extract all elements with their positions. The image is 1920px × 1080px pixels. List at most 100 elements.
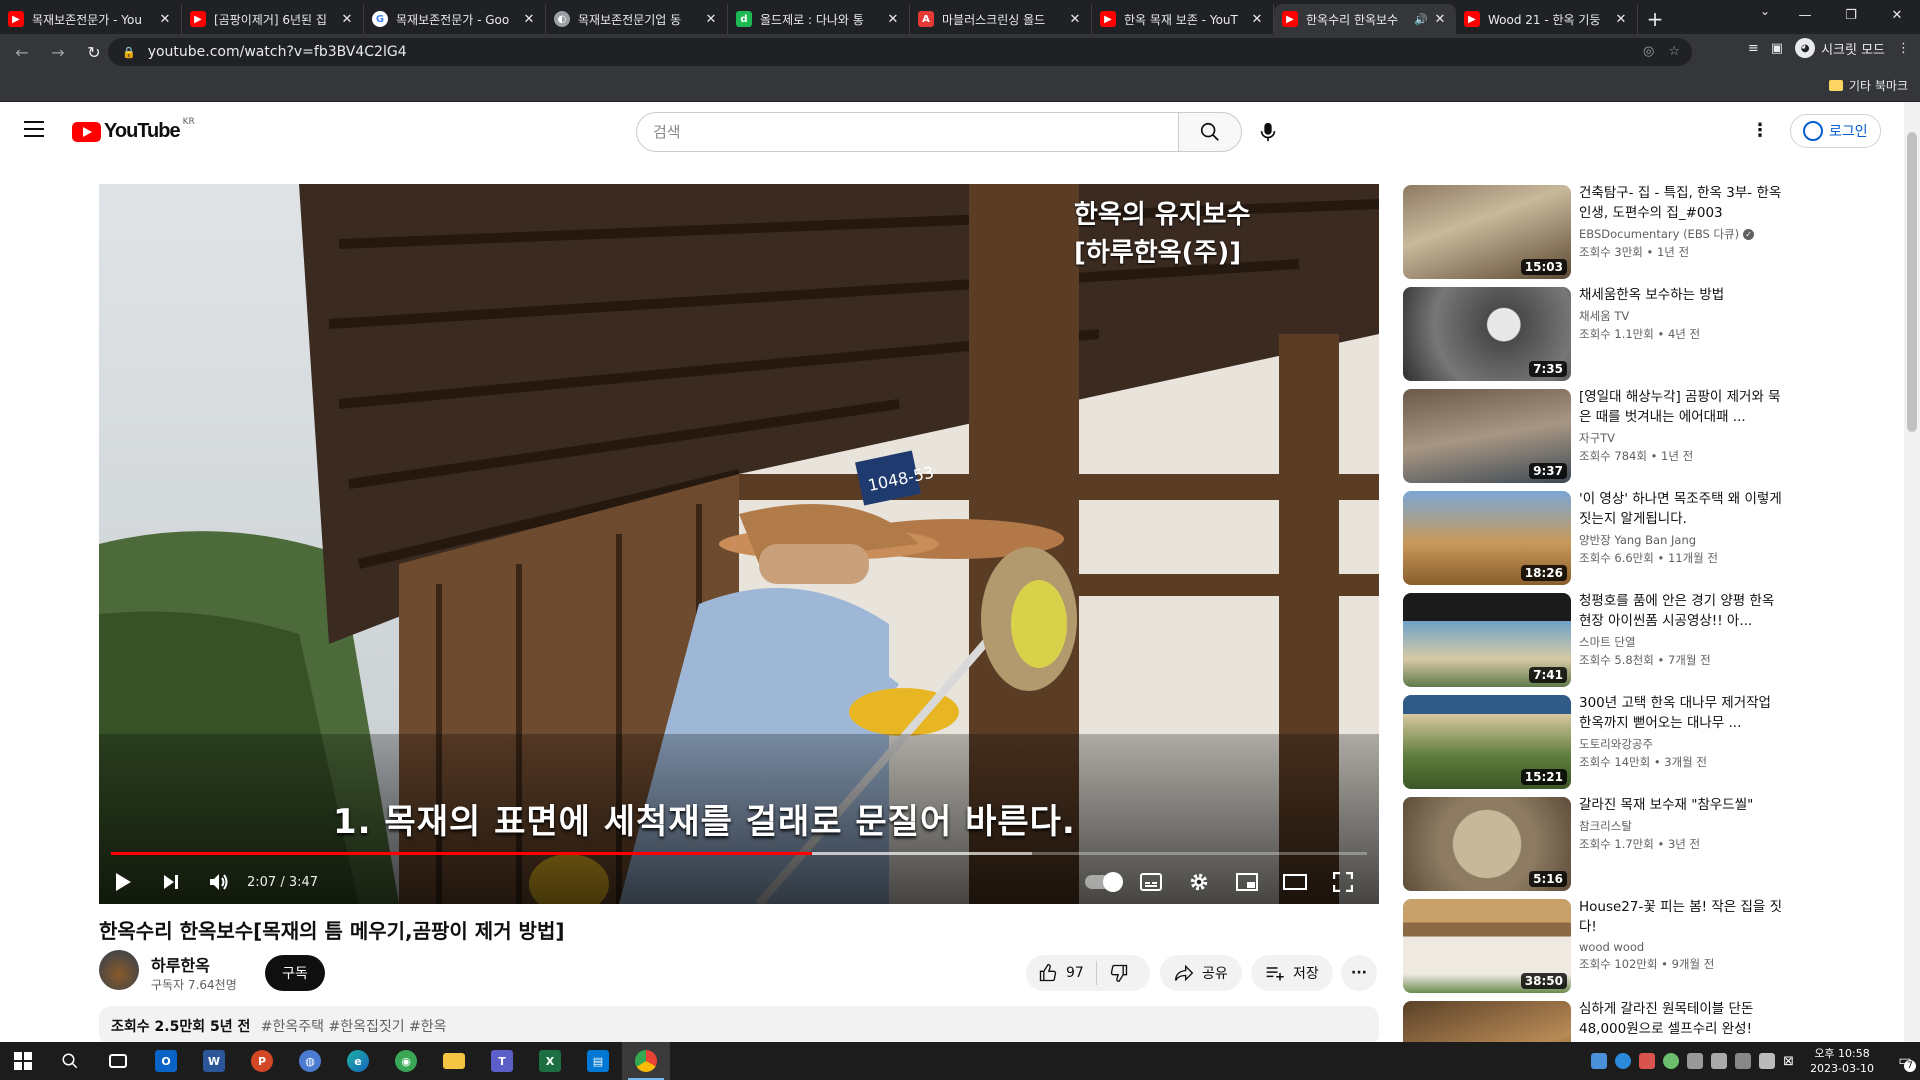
battery-icon[interactable] — [1711, 1053, 1728, 1069]
video-thumbnail[interactable]: 5:16 — [1403, 797, 1571, 891]
close-icon[interactable]: ✕ — [1432, 12, 1448, 27]
recommended-video[interactable]: 38:50 House27-꽃 피는 봄! 작은 집을 짓다! wood woo… — [1403, 897, 1783, 999]
rec-title[interactable]: House27-꽃 피는 봄! 작은 집을 짓다! — [1579, 897, 1783, 937]
taskbar-file-explorer[interactable] — [430, 1042, 478, 1080]
close-icon[interactable]: ✕ — [1067, 12, 1083, 27]
volume-button[interactable] — [195, 860, 243, 904]
rec-channel[interactable]: 자구TV — [1579, 430, 1783, 446]
system-clock[interactable]: 오후 10:58 2023-03-10 — [1802, 1046, 1882, 1076]
close-icon[interactable]: ✕ — [885, 12, 901, 27]
onedrive-icon[interactable] — [1615, 1053, 1632, 1069]
theater-mode-button[interactable] — [1271, 860, 1319, 904]
settings-button[interactable] — [1175, 860, 1223, 904]
progress-bar[interactable] — [111, 852, 1367, 855]
rec-title[interactable]: 건축탐구- 집 - 특집, 한옥 3부- 한옥 인생, 도편수의 집_#003 — [1579, 183, 1783, 223]
video-thumbnail[interactable]: 7:41 — [1403, 593, 1571, 687]
shield-icon[interactable] — [1591, 1053, 1608, 1069]
more-actions-button[interactable]: ··· — [1341, 955, 1377, 991]
close-icon[interactable]: ✕ — [703, 12, 719, 27]
rec-title[interactable]: '이 영상' 하나면 목조주택 왜 이렇게 짓는지 알게됩니다. — [1579, 489, 1783, 529]
next-button[interactable] — [147, 860, 195, 904]
browser-tab[interactable]: ▶ Wood 21 - 한옥 기둥 ✕ — [1456, 4, 1638, 34]
recommended-video[interactable]: 15:21 300년 고택 한옥 대나무 제거작업 한옥까지 뻗어오는 대나무 … — [1403, 693, 1783, 795]
search-input[interactable] — [636, 112, 1178, 152]
taskbar-browser-globe[interactable]: ◍ — [286, 1042, 334, 1080]
task-view-button[interactable] — [94, 1042, 142, 1080]
minimize-icon[interactable]: — — [1782, 0, 1828, 30]
recommended-video[interactable]: 5:16 갈라진 목재 보수재 "참우드씰" 참크리스탈 조회수 1.7만회 •… — [1403, 795, 1783, 897]
recommended-video[interactable]: 15:03 건축탐구- 집 - 특집, 한옥 3부- 한옥 인생, 도편수의 집… — [1403, 183, 1783, 285]
close-window-icon[interactable]: ✕ — [1874, 0, 1920, 30]
taskbar-powerpoint[interactable]: P — [238, 1042, 286, 1080]
video-thumbnail[interactable]: 15:03 — [1403, 185, 1571, 279]
volume-icon[interactable] — [1759, 1053, 1776, 1069]
eye-slash-icon[interactable]: ◎ — [1643, 44, 1654, 59]
rec-title[interactable]: 청평호를 품에 안은 경기 양평 한옥 현장 아이씬폼 시공영상!! 아... — [1579, 591, 1783, 631]
address-bar[interactable]: 🔒 youtube.com/watch?v=fb3BV4C2lG4 ◎ ☆ — [108, 38, 1692, 66]
settings-kebab-icon[interactable]: ⋮ — [1748, 118, 1772, 142]
media-control-icon[interactable]: ≡ — [1748, 41, 1759, 56]
taskbar-chrome[interactable] — [622, 1042, 670, 1080]
login-button[interactable]: 로그인 — [1790, 114, 1881, 148]
browser-tab-active[interactable]: ▶ 한옥수리 한옥보수 🔊 ✕ — [1274, 4, 1456, 34]
search-button[interactable] — [1178, 112, 1242, 152]
subscribe-button[interactable]: 구독 — [265, 955, 325, 991]
recommended-video[interactable]: 심하게 갈라진 원목테이블 단돈 48,000원으로 셀프수리 완성! — [1403, 999, 1783, 1042]
save-button[interactable]: 저장 — [1251, 955, 1333, 991]
close-icon[interactable]: ✕ — [1613, 12, 1629, 27]
other-bookmarks[interactable]: 기타 북마크 — [1828, 77, 1908, 94]
miniplayer-button[interactable] — [1223, 860, 1271, 904]
dislike-button[interactable] — [1097, 963, 1141, 983]
browser-tab[interactable]: A 마블러스크린싱 올드 ✕ — [910, 4, 1092, 34]
fullscreen-button[interactable] — [1319, 860, 1367, 904]
video-thumbnail[interactable]: 18:26 — [1403, 491, 1571, 585]
notification-center-button[interactable]: ▭ 7 — [1890, 1042, 1920, 1080]
rec-channel[interactable]: EBSDocumentary (EBS 다큐) ✓ — [1579, 226, 1783, 242]
rec-title[interactable]: 300년 고택 한옥 대나무 제거작업 한옥까지 뻗어오는 대나무 ... — [1579, 693, 1783, 733]
channel-name[interactable]: 하루한옥 — [151, 952, 210, 976]
voice-search-button[interactable] — [1248, 112, 1288, 152]
recommended-video[interactable]: 18:26 '이 영상' 하나면 목조주택 왜 이렇게 짓는지 알게됩니다. 양… — [1403, 489, 1783, 591]
description-box[interactable]: 조회수 2.5만회 5년 전 #한옥주택 #한옥집짓기 #한옥 — [99, 1006, 1379, 1042]
tab-search-icon[interactable]: ⌄ — [1760, 4, 1770, 18]
browser-tab[interactable]: ◐ 목재보존전문기업 동 ✕ — [546, 4, 728, 34]
rec-channel[interactable]: wood wood — [1579, 940, 1783, 954]
video-thumbnail[interactable]: 15:21 — [1403, 695, 1571, 789]
browser-tab[interactable]: ▶ 한옥 목재 보존 - YouT ✕ — [1092, 4, 1274, 34]
rec-channel[interactable]: 도토리와강공주 — [1579, 736, 1783, 752]
incognito-indicator[interactable]: ◕ 시크릿 모드 — [1795, 38, 1885, 58]
share-button[interactable]: 공유 — [1160, 955, 1242, 991]
rec-channel[interactable]: 참크리스탈 — [1579, 818, 1783, 834]
close-icon[interactable]: ✕ — [521, 12, 537, 27]
rec-title[interactable]: 채세움한옥 보수하는 방법 — [1579, 285, 1783, 305]
security-icon[interactable] — [1639, 1053, 1656, 1069]
bookmark-star-icon[interactable]: ☆ — [1668, 44, 1680, 59]
taskbar-excel[interactable]: X — [526, 1042, 574, 1080]
recommended-video[interactable]: 7:35 채세움한옥 보수하는 방법 채세움 TV 조회수 1.1만회 • 4년… — [1403, 285, 1783, 387]
video-thumbnail[interactable]: 7:35 — [1403, 287, 1571, 381]
taskbar-explorer-web[interactable]: ◉ — [382, 1042, 430, 1080]
channel-avatar[interactable] — [99, 950, 139, 990]
video-player[interactable]: 1048-53 한옥의 유지보수 [하루한옥(주)] 1. 목재의 표면에 세척… — [99, 184, 1379, 904]
taskbar-outlook[interactable]: O — [142, 1042, 190, 1080]
rec-channel[interactable]: 채세움 TV — [1579, 308, 1783, 324]
taskbar-edge[interactable]: e — [334, 1042, 382, 1080]
taskbar-word[interactable]: W — [190, 1042, 238, 1080]
hashtags[interactable]: #한옥주택 #한옥집짓기 #한옥 — [261, 1019, 447, 1035]
video-thumbnail[interactable]: 38:50 — [1403, 899, 1571, 993]
close-icon[interactable]: ✕ — [339, 12, 355, 27]
lock-icon[interactable]: 🔒 — [122, 46, 136, 59]
restore-icon[interactable]: ❐ — [1828, 0, 1874, 30]
rec-channel[interactable]: 스마트 단열 — [1579, 634, 1783, 650]
browser-tab[interactable]: ▶ [곰팡이제거] 6년된 집 ✕ — [182, 4, 364, 34]
app-tray-icon[interactable] — [1663, 1053, 1680, 1069]
browser-tab[interactable]: d 올드제로 : 다나와 통 ✕ — [728, 4, 910, 34]
page-scrollbar[interactable] — [1904, 102, 1920, 1042]
ime-icon[interactable]: ⊠ — [1783, 1054, 1794, 1069]
back-icon[interactable]: ← — [8, 38, 36, 66]
youtube-logo[interactable]: YouTube KR — [72, 117, 195, 143]
reload-icon[interactable]: ↻ — [80, 38, 108, 66]
rec-title[interactable]: 심하게 갈라진 원목테이블 단돈 48,000원으로 셀프수리 완성! — [1579, 999, 1783, 1039]
rec-channel[interactable]: 양반장 Yang Ban Jang — [1579, 532, 1783, 548]
speaker-icon[interactable]: 🔊 — [1414, 13, 1428, 26]
